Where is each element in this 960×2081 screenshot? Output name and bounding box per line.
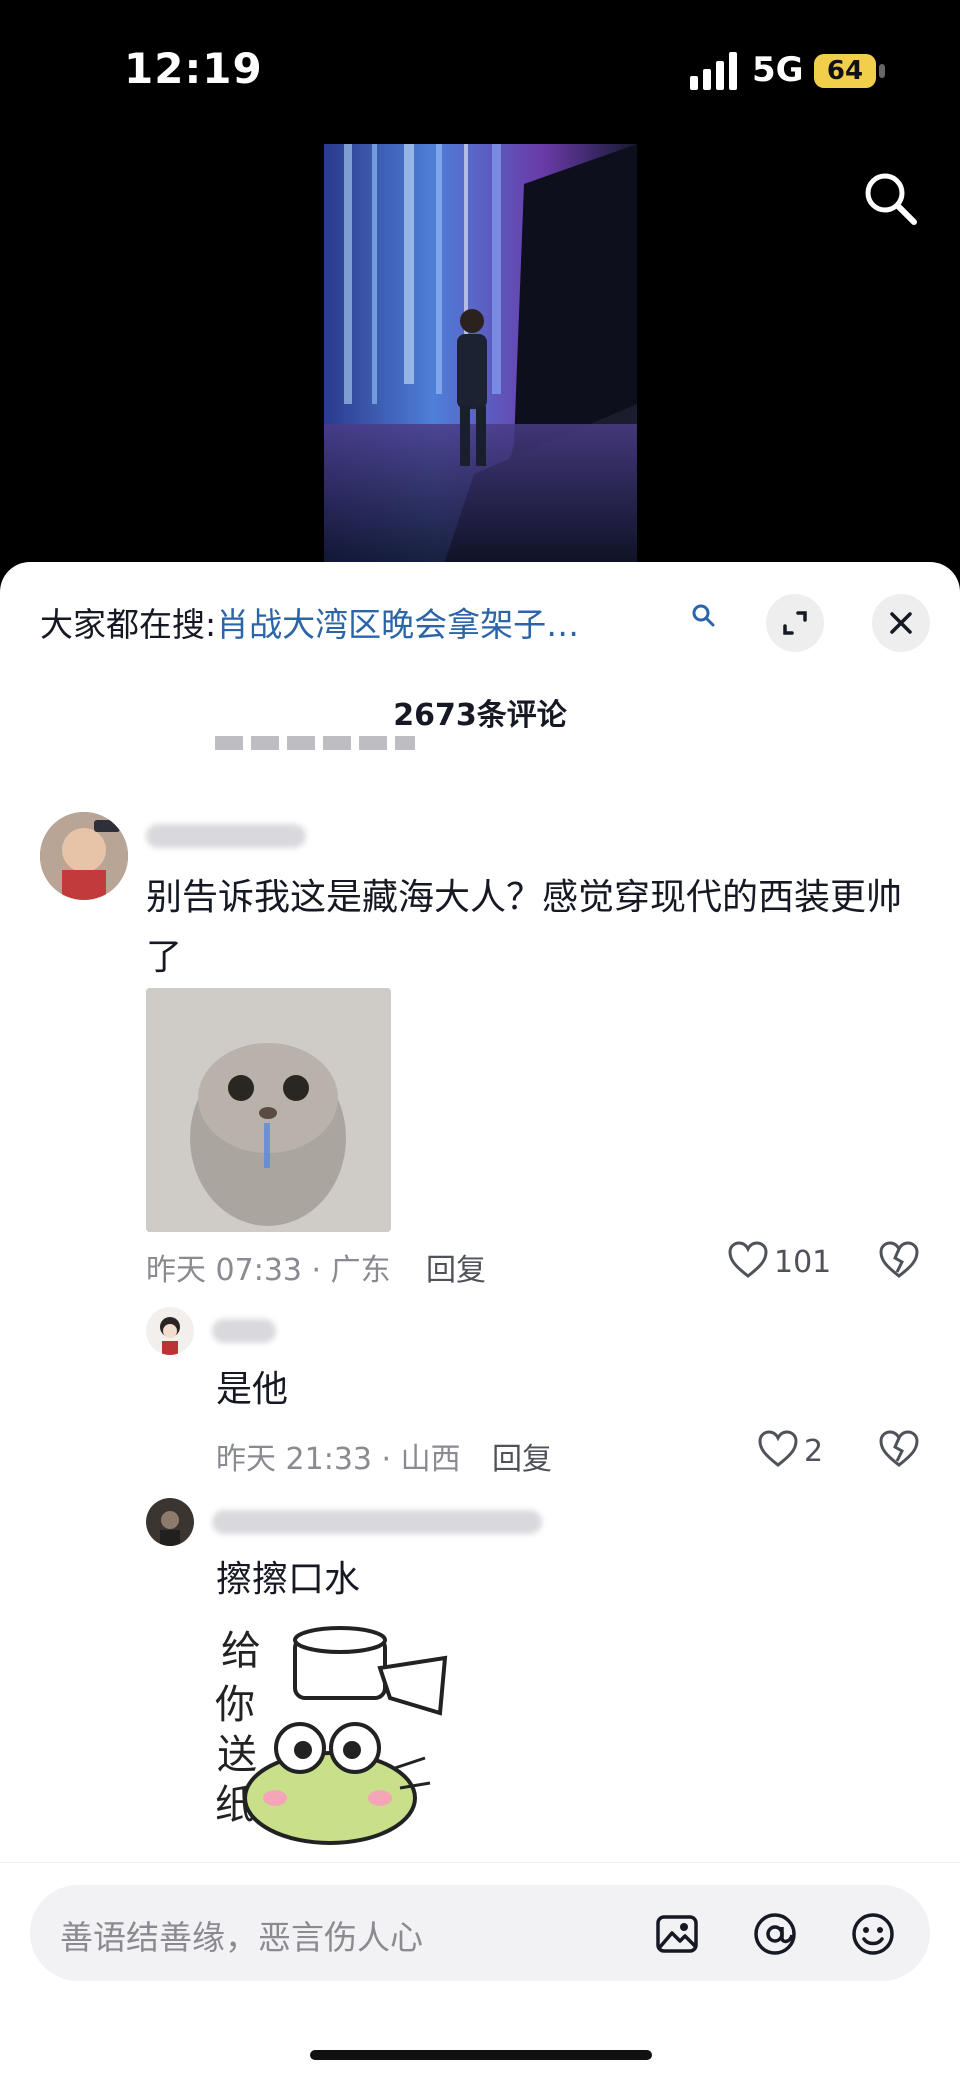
comment-text: 别告诉我这是藏海大人？感觉穿现代的西装更帅了	[146, 877, 903, 978]
reply-time-location: 昨天 21:33 · 山西	[216, 1442, 461, 1477]
reply-text: 擦擦口水	[216, 1559, 361, 1600]
heart-icon[interactable]	[727, 1240, 769, 1280]
reply-avatar[interactable]	[146, 1307, 194, 1355]
comment-count: 2673条评论	[393, 698, 567, 733]
comment-input-placeholder: 善语结善缘，恶言伤人心	[60, 1918, 423, 1957]
hot-search-bar[interactable]: 大家都在搜:肖战大湾区晚会拿架子…	[40, 598, 760, 646]
status-time: 12:19	[124, 44, 263, 93]
like-count: 2	[804, 1434, 824, 1469]
status-bar: 12:19 5G 64	[0, 0, 960, 140]
broken-heart-icon[interactable]	[878, 1429, 920, 1469]
sticker-caption: 你	[215, 1682, 255, 1728]
emoji-icon[interactable]	[850, 1911, 896, 1957]
home-indicator[interactable]	[310, 2050, 652, 2060]
reply-username-blurred[interactable]	[212, 1510, 542, 1534]
sticker-caption: 送	[217, 1732, 257, 1778]
network-type: 5G	[752, 50, 804, 90]
small-search-icon[interactable]	[690, 602, 716, 628]
reply-button[interactable]: 回复	[426, 1245, 486, 1289]
close-button[interactable]	[872, 594, 930, 652]
comment-time-location: 昨天 07:33 · 广东	[146, 1253, 391, 1288]
comment-input-bar: 善语结善缘，恶言伤人心	[0, 1862, 960, 2081]
hot-search-query[interactable]: 肖战大湾区晚会拿架子…	[216, 605, 579, 644]
image-icon[interactable]	[654, 1911, 700, 1957]
close-icon	[890, 612, 912, 634]
sticker-frog-tissue[interactable]: 给 你 送 纸	[215, 1618, 465, 1850]
reply-avatar[interactable]	[146, 1498, 194, 1546]
sticker-caption: 给	[221, 1628, 261, 1674]
avatar[interactable]	[40, 812, 128, 900]
battery-level: 64	[814, 54, 876, 88]
stage-image	[324, 144, 637, 564]
reply-text: 是他	[216, 1369, 289, 1410]
avatar-image	[40, 812, 128, 900]
heart-icon[interactable]	[757, 1429, 799, 1469]
battery-nub	[879, 64, 885, 78]
broken-heart-icon[interactable]	[878, 1240, 920, 1280]
previous-reply-line	[215, 736, 415, 750]
hot-search-label: 大家都在搜:	[40, 605, 217, 644]
signal-icon	[690, 52, 737, 90]
expand-icon	[783, 611, 807, 635]
reply-button[interactable]: 回复	[492, 1434, 552, 1478]
comment-input[interactable]: 善语结善缘，恶言伤人心	[30, 1885, 930, 1981]
like-count: 101	[774, 1245, 832, 1280]
expand-button[interactable]	[766, 594, 824, 652]
video-preview[interactable]	[324, 144, 637, 564]
username-blurred[interactable]	[146, 824, 306, 848]
at-icon[interactable]	[752, 1911, 798, 1957]
reply-username-blurred[interactable]	[212, 1319, 276, 1343]
search-icon[interactable]	[860, 168, 920, 228]
comment-sheet: 大家都在搜:肖战大湾区晚会拿架子… 2673条评论 别告诉我这是藏海大人？感觉穿…	[0, 562, 960, 2081]
comment-image-cat[interactable]	[146, 988, 391, 1232]
